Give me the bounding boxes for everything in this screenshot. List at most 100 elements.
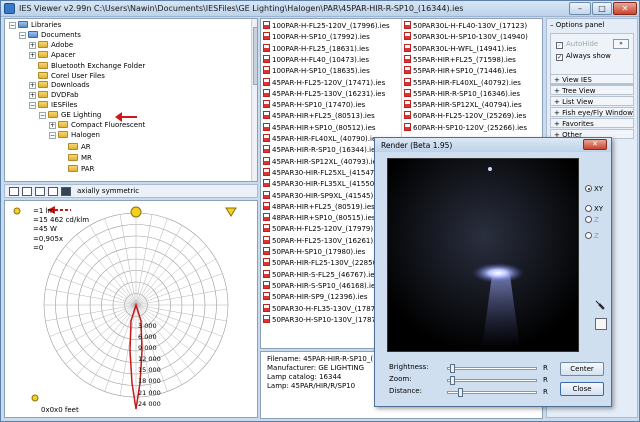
file-item[interactable]: 55PAR-HIR-SP12XL_(40794).ies [404, 100, 522, 110]
file-item[interactable]: 55PAR-HIR+FL25_(71598).ies [404, 54, 516, 65]
file-item[interactable]: 55PAR-HIR-FL40XL_(40792).ies [404, 77, 521, 88]
file-item[interactable]: 55PAR-HIR-R-SP10_(16346).ies [404, 88, 520, 99]
file-item[interactable]: 45PAR30-HIR-FL25XL_(41547).ies [263, 167, 389, 178]
top-marker-icon[interactable] [130, 206, 142, 218]
file-item[interactable]: 45PAR-HIR+SP10_(80512).ies [263, 122, 376, 133]
render-viewport[interactable] [387, 158, 579, 352]
file-item[interactable]: 55PAR-HIR+SP10_(71446).ies [404, 66, 517, 76]
minimize-button[interactable]: – [569, 2, 591, 15]
warning-icon[interactable] [225, 207, 237, 217]
file-item[interactable]: 45PAR-HIR-SP12XL_(40793).ies [263, 156, 381, 167]
autohide-checkbox[interactable]: ✓ AutoHide [556, 40, 598, 49]
collapse-icon[interactable]: − [29, 102, 36, 109]
options-panel-header[interactable]: – Options panel [550, 21, 634, 31]
tree-item[interactable]: MR [59, 153, 92, 162]
file-item[interactable]: 50PAR30L-H-WFL_(14941).ies [404, 43, 516, 54]
expand-icon[interactable]: + [29, 82, 36, 89]
expand-icon[interactable]: + [29, 92, 36, 99]
file-item[interactable]: 45PAR-H-FL25-120V_(17471).ies [263, 77, 385, 88]
distance-slider[interactable] [447, 388, 537, 397]
render-title-bar[interactable]: Render (Beta 1.95) ✕ [375, 138, 611, 152]
close-button[interactable]: ✕ [613, 2, 637, 15]
fit-icon[interactable] [9, 187, 19, 196]
flashlight-icon[interactable] [595, 300, 605, 310]
option-favorites[interactable]: + Favorites [550, 118, 634, 128]
file-item[interactable]: 50PAR-HIR-S-SP10_(46168).ies [263, 280, 379, 291]
radio-xy-2[interactable]: XY [585, 205, 603, 213]
file-item[interactable]: 100PAR-H-FL40_(10473).ies [263, 54, 369, 65]
file-item[interactable]: 45PAR-H-SP10_(17470).ies [263, 100, 365, 110]
save-icon[interactable] [61, 187, 71, 196]
print-icon[interactable] [48, 187, 58, 196]
pin-button[interactable]: » [613, 39, 629, 49]
tree-item[interactable]: AR [59, 142, 91, 151]
tree-item[interactable]: − Documents [19, 31, 81, 40]
file-item[interactable]: 50PAR-H-FL25-130V_(16261).ies [263, 235, 385, 246]
file-item[interactable]: 50PAR-HIR-SP9_(12396).ies [263, 292, 367, 302]
file-item[interactable]: 100PAR-H-SP10_(18635).ies [263, 66, 370, 76]
collapse-icon[interactable]: − [39, 112, 46, 119]
brightness-slider[interactable] [447, 364, 537, 373]
expand-icon[interactable]: + [49, 122, 56, 129]
cross-icon[interactable] [22, 187, 32, 196]
file-item[interactable]: 45PAR30-HIR-SP9XL_(41545).ies [263, 190, 385, 201]
folder-tree[interactable]: − Libraries − Documents + Adobe + Apacer Blu… [4, 18, 258, 182]
file-item[interactable]: 50PAR-HIR-S-FL25_(46767).ies [263, 269, 378, 280]
radio-z-1[interactable]: Z [585, 216, 599, 224]
always-show-checkbox[interactable]: ✓ Always show [556, 52, 611, 61]
file-item[interactable]: 60PAR-H-FL25-120V_(25269).ies [404, 111, 526, 121]
collapse-icon[interactable]: − [9, 22, 16, 29]
tree-item[interactable]: PAR [59, 164, 94, 173]
option-tree-view[interactable]: + Tree View [550, 85, 634, 95]
file-item[interactable]: 45PAR-H-FL25-130V_(16231).ies [263, 88, 385, 99]
tree-item[interactable]: + Apacer [29, 51, 76, 60]
file-item[interactable]: 45PAR30-HIR-FL35XL_(41550).ies [263, 179, 389, 189]
file-item[interactable]: 50PAR-H-FL25-120V_(17979).ies [263, 224, 385, 234]
radio-xy-1[interactable]: XY [585, 185, 603, 193]
tree-item[interactable]: + Downloads [29, 81, 89, 90]
file-item[interactable]: 45PAR-HIR-FL40XL_(40790).ies [263, 134, 380, 144]
slider-thumb[interactable] [450, 376, 455, 385]
close-dialog-button[interactable]: Close [560, 382, 604, 396]
tree-item[interactable]: + DVDFab [29, 91, 79, 100]
tree-scrollbar[interactable] [251, 19, 257, 181]
tree-item-selected[interactable]: − GE Lighting [39, 111, 101, 120]
option-list-view[interactable]: + List View [550, 96, 634, 106]
zoom-reset[interactable]: R [543, 376, 548, 384]
slider-thumb[interactable] [458, 388, 463, 397]
tree-item[interactable]: Corel User Files [29, 71, 105, 80]
tree-item[interactable]: − IESFiles [29, 101, 77, 110]
zoom-slider[interactable] [447, 376, 537, 385]
file-item[interactable]: 45PAR-HIR+FL25_(80513).ies [263, 111, 375, 121]
collapse-icon[interactable]: − [49, 132, 56, 139]
slider-thumb[interactable] [450, 364, 455, 373]
file-item[interactable]: 100PAR-H-FL25_(18631).ies [263, 43, 369, 54]
printer-icon[interactable] [595, 318, 607, 330]
option-fish-eye[interactable]: + Fish eye/Fly Window [550, 107, 634, 117]
tree-item[interactable]: − Halogen [49, 131, 100, 140]
file-item[interactable]: 100PAR-H-FL25-120V_(17996).ies [263, 21, 390, 31]
collapse-icon[interactable]: − [19, 32, 26, 39]
render-close-icon[interactable]: ✕ [583, 139, 607, 150]
file-item[interactable]: 50PAR30L-H-SP10-130V_(14940) [404, 32, 528, 42]
tree-item[interactable]: + Adobe [29, 41, 73, 50]
expand-icon[interactable]: + [29, 42, 36, 49]
file-item[interactable]: 45PAR-HIR-R-SP10_(16344).ies [263, 145, 379, 155]
radio-z-2[interactable]: Z [585, 232, 599, 240]
distance-reset[interactable]: R [543, 388, 548, 396]
eye-icon[interactable] [35, 187, 45, 196]
file-item[interactable]: 60PAR-H-SP10-120V_(25266).ies [404, 122, 527, 133]
file-item[interactable]: 48PAR-HIR+FL25_(80519).ies [263, 201, 375, 212]
tree-item[interactable]: − Libraries [9, 21, 61, 30]
file-item[interactable]: 48PAR-HIR+SP10_(80515).ies [263, 213, 376, 223]
maximize-button[interactable]: □ [592, 2, 612, 15]
tree-item[interactable]: Bluetooth Exchange Folder [29, 61, 145, 70]
file-item[interactable]: 50PAR-H-SP10_(17980).ies [263, 247, 365, 257]
brightness-reset[interactable]: R [543, 364, 548, 372]
title-bar[interactable]: IES Viewer v2.99n C:\Users\Nawin\Documen… [1, 1, 639, 17]
file-item[interactable]: 50PAR-HIR-FL25-130V_(22850).ies [263, 258, 392, 268]
option-view-ies[interactable]: + View IES [550, 74, 634, 84]
center-button[interactable]: Center [560, 362, 604, 376]
file-item[interactable]: 100PAR-H-SP10_(17992).ies [263, 32, 370, 42]
file-item[interactable]: 50PAR30L-H-FL40-130V_(17123) [404, 21, 527, 31]
